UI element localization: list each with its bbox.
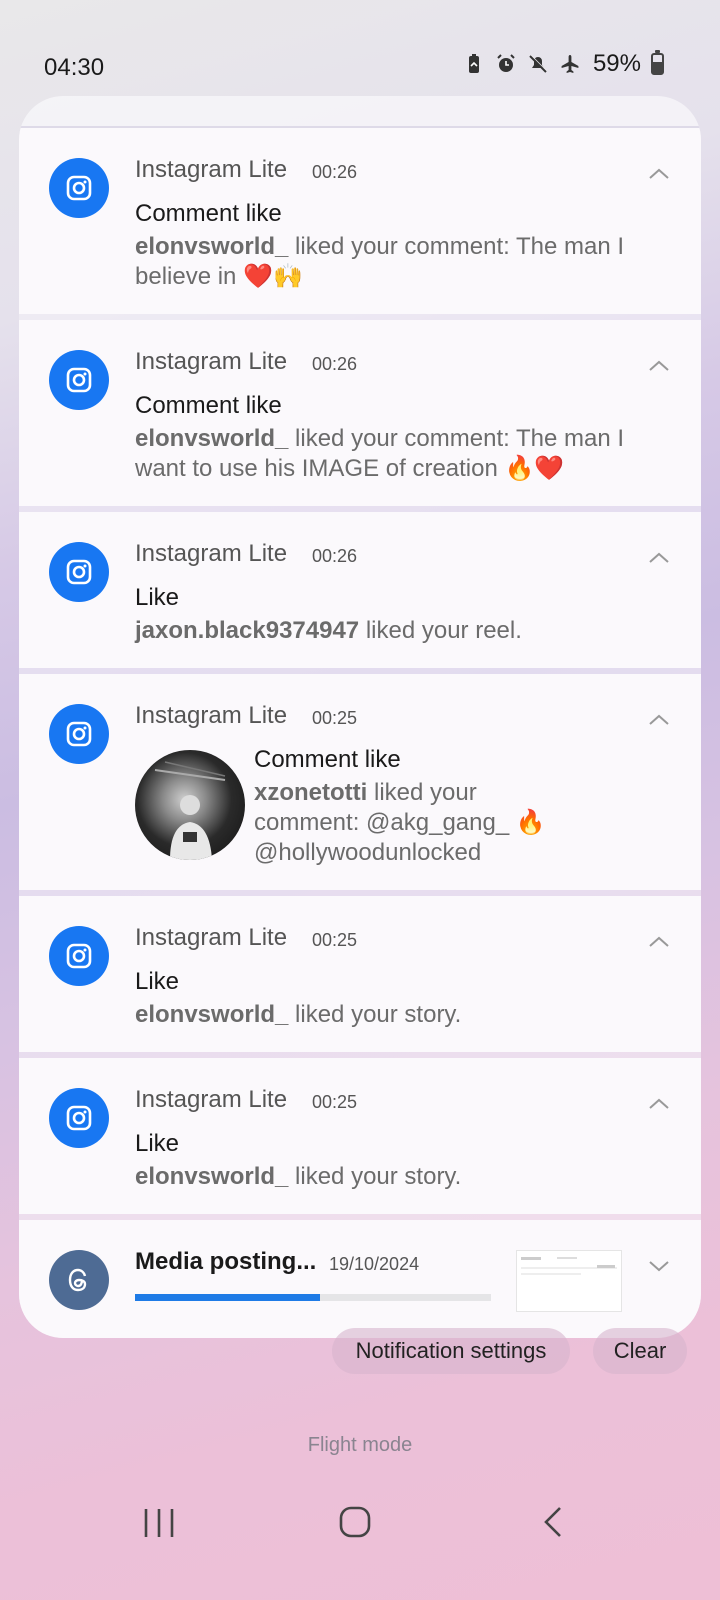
threads-icon <box>49 1250 109 1310</box>
battery-percent: 59% <box>592 50 641 77</box>
back-icon[interactable] <box>540 1505 568 1539</box>
notification-card[interactable]: Instagram Lite 00:26 Like jaxon.black937… <box>19 512 701 668</box>
notification-user: elonvsworld_ <box>135 233 289 260</box>
status-bar: 04:30 59% <box>0 44 720 88</box>
notification-text: liked your story. <box>288 1001 462 1028</box>
chevron-up-icon[interactable] <box>647 162 671 186</box>
clock: 04:30 <box>44 54 105 81</box>
notification-title: Like <box>135 968 180 995</box>
instagram-icon <box>49 542 109 602</box>
notification-body: elonvsworld_ liked your comment: The man… <box>135 424 665 484</box>
home-icon[interactable] <box>338 1505 372 1539</box>
app-name: Instagram Lite <box>135 1086 288 1113</box>
panel-top-divider <box>19 96 701 128</box>
media-thumbnail <box>516 1250 622 1312</box>
instagram-icon <box>49 158 109 218</box>
battery-saver-icon <box>468 54 479 73</box>
notification-time: 00:26 <box>312 546 358 566</box>
recent-apps-icon[interactable] <box>142 1507 176 1539</box>
app-name: Instagram Lite <box>135 924 288 951</box>
notification-title: Comment like <box>135 200 282 227</box>
app-name: Instagram Lite <box>135 540 288 567</box>
notification-time: 00:25 <box>312 930 358 950</box>
notification-user: elonvsworld_ <box>135 425 289 452</box>
media-title: Media posting... <box>135 1248 317 1275</box>
app-name: Instagram Lite <box>135 702 288 729</box>
notification-time: 00:25 <box>312 708 358 728</box>
clear-button[interactable]: Clear <box>593 1328 687 1374</box>
app-name: Instagram Lite <box>135 348 288 375</box>
notification-time: 00:25 <box>312 1092 358 1112</box>
instagram-icon <box>49 1088 109 1148</box>
notification-card[interactable]: Instagram Lite 00:26 Comment like elonvs… <box>19 128 701 314</box>
notification-time: 00:26 <box>312 162 358 182</box>
chevron-up-icon[interactable] <box>647 1092 671 1116</box>
media-date: 19/10/2024 <box>329 1254 420 1274</box>
flight-mode-label: Flight mode <box>307 1434 413 1456</box>
notification-title: Like <box>135 1130 180 1157</box>
notification-body: xzonetotti liked your comment: @akg_gang… <box>254 778 584 868</box>
notification-user: elonvsworld_ <box>135 1001 289 1028</box>
navigation-bar <box>0 1495 720 1555</box>
notification-title: Comment like <box>254 746 401 773</box>
notification-title: Comment like <box>135 392 282 419</box>
notification-body: jaxon.black9374947 liked your reel. <box>135 616 665 646</box>
battery-level <box>653 62 662 73</box>
notification-text: liked your story. <box>288 1163 462 1190</box>
chevron-up-icon[interactable] <box>647 354 671 378</box>
notification-text: liked your reel. <box>359 617 522 644</box>
battery-icon <box>651 50 664 75</box>
chevron-up-icon[interactable] <box>647 930 671 954</box>
mute-icon <box>529 54 548 73</box>
app-name: Instagram Lite <box>135 156 288 183</box>
notification-card[interactable]: Instagram Lite 00:26 Comment like elonvs… <box>19 320 701 506</box>
notification-body: elonvsworld_ liked your story. <box>135 1000 665 1030</box>
upload-progress-bar <box>135 1294 491 1301</box>
instagram-icon <box>49 926 109 986</box>
notification-user: jaxon.black9374947 <box>135 617 360 644</box>
upload-progress-fill <box>135 1294 321 1301</box>
notification-card[interactable]: Instagram Lite 00:25 Like elonvsworld_ l… <box>19 1058 701 1214</box>
notification-panel: Instagram Lite 00:26 Comment like elonvs… <box>19 96 701 1338</box>
chevron-down-icon[interactable] <box>647 1254 671 1278</box>
status-icons: 59% <box>463 50 664 78</box>
notification-user: xzonetotti <box>254 779 368 806</box>
notification-card[interactable]: Instagram Lite 00:25 Like elonvsworld_ l… <box>19 896 701 1052</box>
instagram-icon <box>49 704 109 764</box>
notification-body: elonvsworld_ liked your comment: The man… <box>135 232 665 292</box>
instagram-icon <box>49 350 109 410</box>
notification-settings-button[interactable]: Notification settings <box>332 1328 570 1374</box>
notification-user: elonvsworld_ <box>135 1163 289 1190</box>
chevron-up-icon[interactable] <box>647 546 671 570</box>
airplane-icon <box>561 55 579 73</box>
avatar <box>135 750 245 860</box>
notification-body: elonvsworld_ liked your story. <box>135 1162 665 1192</box>
notification-time: 00:26 <box>312 354 358 374</box>
alarm-icon <box>497 54 515 72</box>
chevron-up-icon[interactable] <box>647 708 671 732</box>
notification-title: Like <box>135 584 180 611</box>
media-posting-notification[interactable]: Media posting... 19/10/2024 <box>19 1220 701 1338</box>
notification-card[interactable]: Instagram Lite 00:25 Comment like xzonet… <box>19 674 701 890</box>
